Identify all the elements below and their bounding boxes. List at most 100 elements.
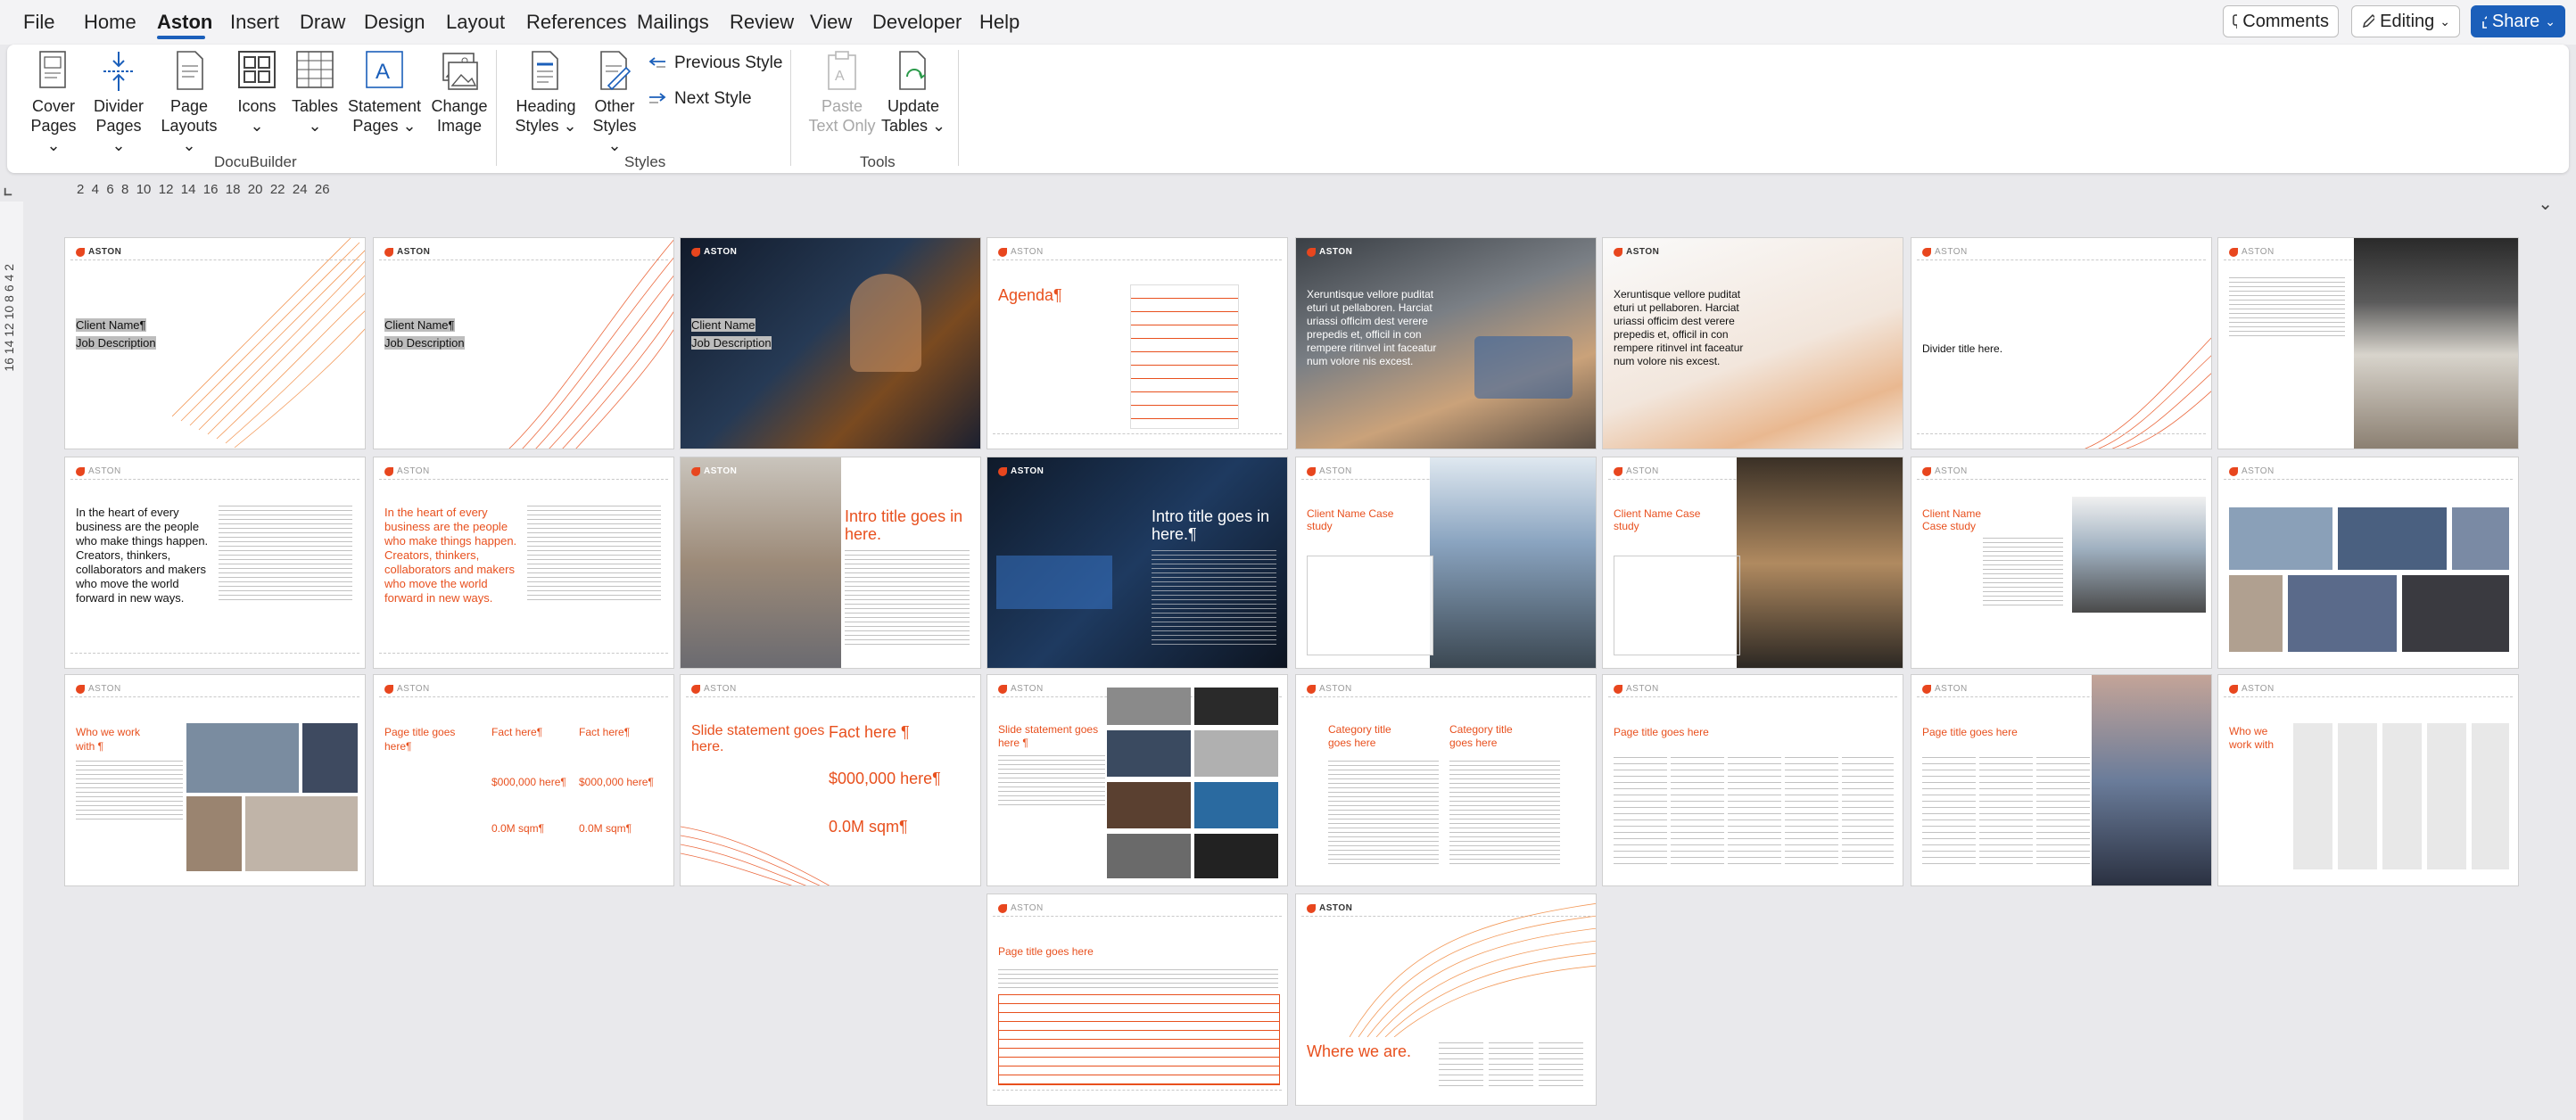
menu-aston[interactable]: Aston — [157, 11, 212, 34]
office-photo — [1737, 457, 1903, 668]
tables-button[interactable]: Tables ⌄ — [289, 50, 341, 136]
menu-help[interactable]: Help — [979, 11, 1020, 34]
fact-value[interactable]: $000,000 here¶ — [579, 775, 654, 789]
intro-paragraph[interactable]: Xeruntisque vellore puditat eturi ut pel… — [1307, 288, 1449, 368]
menu-developer[interactable]: Developer — [872, 11, 962, 34]
menu-layout[interactable]: Layout — [446, 11, 505, 34]
case-study-title[interactable]: Client Name Case study — [1614, 507, 1721, 532]
page-title[interactable]: Page title goes here — [1614, 725, 1709, 739]
statement-pages-button[interactable]: A Statement Pages ⌄ — [348, 50, 421, 136]
collapse-ribbon-icon[interactable]: ⌄ — [2538, 193, 2553, 215]
page-thumbnail[interactable]: ASTON Client Name¶ Job Description — [64, 237, 366, 449]
job-description[interactable]: Job Description — [76, 336, 156, 350]
page-title[interactable]: Page title goes here — [1922, 725, 2018, 739]
page-thumbnail[interactable]: ASTON Page title goes here — [1602, 674, 1903, 886]
client-name[interactable]: Client Name¶ — [384, 318, 455, 333]
case-study-title[interactable]: Client Name Case study — [1307, 507, 1414, 532]
fact-heading[interactable]: Fact here¶ — [491, 725, 542, 739]
page-thumbnail[interactable]: ASTON — [2217, 237, 2519, 449]
page-thumbnail[interactable]: ASTON Client Name Case study — [1602, 457, 1903, 669]
tab-selector-icon[interactable] — [4, 187, 12, 196]
menu-draw[interactable]: Draw — [300, 11, 345, 34]
menu-view[interactable]: View — [810, 11, 852, 34]
slide-statement[interactable]: Slide statement goes here. — [691, 723, 825, 755]
page-thumbnail[interactable]: ASTON Client Name Job Description — [680, 237, 981, 449]
fact-value[interactable]: $000,000 here¶ — [491, 775, 566, 789]
fact-value[interactable]: 0.0M sqm¶ — [579, 821, 632, 836]
job-description[interactable]: Job Description — [384, 336, 465, 350]
intro-title[interactable]: Intro title goes in here.¶ — [1152, 507, 1276, 543]
statement-text[interactable]: In the heart of every business are the p… — [384, 506, 518, 605]
who-we-work-with-title[interactable]: Who we work with ¶ — [76, 725, 147, 754]
job-description[interactable]: Job Description — [691, 336, 772, 350]
page-thumbnail[interactable]: ASTON Intro title goes in here.¶ — [987, 457, 1288, 669]
share-button[interactable]: Share ⌄ — [2471, 5, 2565, 37]
agenda-title[interactable]: Agenda¶ — [998, 286, 1062, 304]
comments-button[interactable]: Comments — [2223, 5, 2339, 37]
cover-pages-button[interactable]: Cover Pages ⌄ — [27, 50, 80, 155]
page-thumbnail[interactable]: ASTON Client Name¶ Job Description — [373, 237, 674, 449]
people-photo — [1474, 336, 1573, 399]
page-thumbnail[interactable]: ASTON In the heart of every business are… — [64, 457, 366, 669]
page-thumbnail[interactable]: ASTON Category title goes here Category … — [1295, 674, 1597, 886]
slide-statement[interactable]: Slide statement goes here ¶ — [998, 723, 1105, 750]
fact-heading[interactable]: Fact here ¶ — [829, 723, 910, 741]
menu-file[interactable]: File — [23, 11, 54, 34]
page-thumbnail[interactable]: ASTON Intro title goes in here. — [680, 457, 981, 669]
page-thumbnail[interactable]: ASTON Xeruntisque vellore puditat eturi … — [1295, 237, 1597, 449]
where-we-are-title[interactable]: Where we are. — [1307, 1042, 1411, 1060]
page-thumbnail[interactable]: ASTON Xeruntisque vellore puditat eturi … — [1602, 237, 1903, 449]
page-title[interactable]: Page title goes here¶ — [384, 725, 456, 754]
aston-logo: ASTON — [998, 466, 1044, 476]
page-thumbnail[interactable]: ASTON Client Name Case study — [1911, 457, 2212, 669]
page-thumbnail[interactable]: ASTON Who we work with — [2217, 674, 2519, 886]
page-thumbnail[interactable]: ASTON Page title goes here — [987, 894, 1288, 1106]
who-we-work-with-title[interactable]: Who we work with — [2229, 725, 2283, 752]
category-title[interactable]: Category title goes here — [1449, 723, 1530, 750]
menu-mailings[interactable]: Mailings — [637, 11, 709, 34]
page-thumbnail[interactable]: ASTON Slide statement goes here. Fact he… — [680, 674, 981, 886]
update-tables-button[interactable]: Update Tables ⌄ — [879, 50, 947, 136]
previous-style-button[interactable]: Previous Style — [648, 54, 782, 73]
case-study-title[interactable]: Client Name Case study — [1922, 507, 1985, 532]
fact-value[interactable]: 0.0M sqm¶ — [491, 821, 544, 836]
page-thumbnail[interactable]: ASTON Divider title here. — [1911, 237, 2212, 449]
page-thumbnail[interactable]: ASTON Page title goes here¶ Fact here¶ F… — [373, 674, 674, 886]
paste-text-only-button[interactable]: A Paste Text Only — [806, 50, 878, 136]
page-thumbnail[interactable]: ASTON Agenda¶ — [987, 237, 1288, 449]
page-thumbnail[interactable]: ASTON Where we are. — [1295, 894, 1597, 1106]
page-footer — [1917, 433, 2206, 443]
page-thumbnail[interactable]: ASTON — [2217, 457, 2519, 669]
page-thumbnail[interactable]: ASTON Client Name Case study — [1295, 457, 1597, 669]
intro-paragraph[interactable]: Xeruntisque vellore puditat eturi ut pel… — [1614, 288, 1756, 368]
icons-button[interactable]: Icons ⌄ — [234, 50, 280, 136]
editing-mode-button[interactable]: Editing ⌄ — [2351, 5, 2460, 37]
menu-insert[interactable]: Insert — [230, 11, 279, 34]
body-text-lines — [1983, 538, 2063, 609]
page-thumbnail[interactable]: ASTON Who we work with ¶ — [64, 674, 366, 886]
fact-heading[interactable]: Fact here¶ — [579, 725, 630, 739]
page-thumbnail[interactable]: ASTON Slide statement goes here ¶ — [987, 674, 1288, 886]
menu-home[interactable]: Home — [84, 11, 136, 34]
fact-value[interactable]: $000,000 here¶ — [829, 770, 941, 787]
page-thumbnail[interactable]: ASTON Page title goes here — [1911, 674, 2212, 886]
menu-design[interactable]: Design — [364, 11, 425, 34]
menu-review[interactable]: Review — [730, 11, 794, 34]
intro-title[interactable]: Intro title goes in here. — [845, 507, 970, 543]
divider-pages-button[interactable]: Divider Pages ⌄ — [89, 50, 148, 155]
statement-text[interactable]: In the heart of every business are the p… — [76, 506, 210, 605]
next-style-button[interactable]: Next Style — [648, 89, 752, 109]
client-name[interactable]: Client Name — [691, 318, 755, 333]
divider-title[interactable]: Divider title here. — [1922, 342, 2002, 356]
menu-references[interactable]: References — [526, 11, 627, 34]
page-layouts-button[interactable]: Page Layouts ⌄ — [157, 50, 221, 155]
change-image-button[interactable]: Change Image — [428, 50, 491, 136]
heading-styles-button[interactable]: Heading Styles ⌄ — [512, 50, 580, 136]
page-thumbnail[interactable]: ASTON In the heart of every business are… — [373, 457, 674, 669]
fact-value[interactable]: 0.0M sqm¶ — [829, 818, 908, 836]
client-name[interactable]: Client Name¶ — [76, 318, 146, 333]
category-title[interactable]: Category title goes here — [1328, 723, 1408, 750]
page-title[interactable]: Page title goes here — [998, 944, 1094, 959]
other-styles-button[interactable]: Other Styles ⌄ — [585, 50, 644, 155]
statement-label-1: Statement — [348, 97, 422, 115]
